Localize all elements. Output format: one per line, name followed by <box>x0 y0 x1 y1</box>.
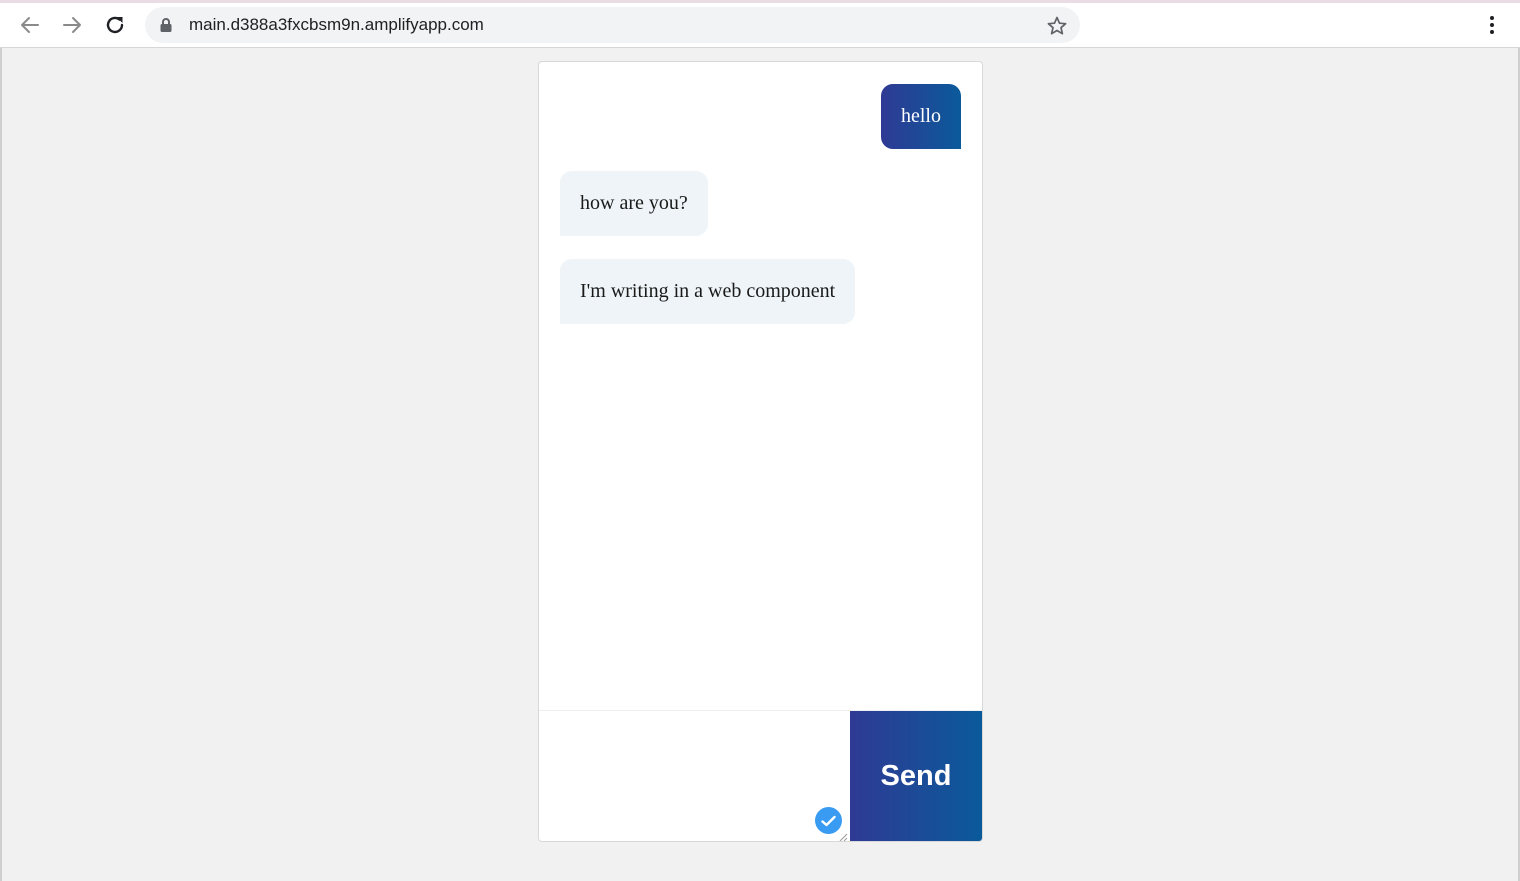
address-bar[interactable]: main.d388a3fxcbsm9n.amplifyapp.com <box>145 7 1080 43</box>
reload-button[interactable] <box>100 10 130 40</box>
send-button[interactable]: Send <box>850 711 982 841</box>
message-list: hello how are you? I'm writing in a web … <box>539 62 982 710</box>
lock-icon <box>159 17 173 38</box>
arrow-left-icon <box>21 17 39 33</box>
message-bubble-incoming: I'm writing in a web component <box>560 259 856 324</box>
message-bubble-incoming: how are you? <box>560 171 708 236</box>
window-top-accent <box>0 0 1520 3</box>
resize-handle[interactable] <box>838 829 848 841</box>
browser-toolbar: main.d388a3fxcbsm9n.amplifyapp.com <box>0 0 1520 48</box>
forward-button[interactable] <box>57 10 87 40</box>
arrow-right-icon <box>63 17 81 33</box>
chat-panel: hello how are you? I'm writing in a web … <box>538 61 983 842</box>
back-button[interactable] <box>15 10 45 40</box>
message-composer: Send <box>539 710 982 841</box>
kebab-menu-icon <box>1490 16 1494 34</box>
message-input[interactable] <box>539 711 850 841</box>
message-bubble-outgoing: hello <box>881 84 961 149</box>
reload-icon <box>106 16 124 34</box>
browser-menu-button[interactable] <box>1478 10 1506 40</box>
star-icon[interactable] <box>1046 15 1068 42</box>
url-text: main.d388a3fxcbsm9n.amplifyapp.com <box>189 15 484 34</box>
